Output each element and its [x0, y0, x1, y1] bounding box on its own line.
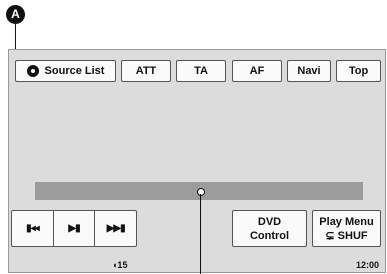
dvd-control-button[interactable]: DVD Control [232, 210, 307, 247]
previous-track-button[interactable]: ▮◂◂ [12, 211, 54, 246]
ta-button[interactable]: TA [176, 60, 226, 82]
top-label: Top [348, 65, 369, 77]
source-dot-icon [26, 65, 39, 77]
status-bar: ◖15 12:00 [9, 260, 385, 273]
skip-previous-icon: ▮◂◂ [26, 223, 40, 234]
play-pause-icon: ▶▮ [68, 223, 80, 234]
af-button[interactable]: AF [232, 60, 282, 82]
ta-label: TA [194, 65, 208, 77]
top-button[interactable]: Top [336, 60, 381, 82]
play-menu-button[interactable]: Play Menu ⊊ SHUF [312, 210, 381, 247]
play-pause-button[interactable]: ▶▮ [54, 211, 96, 246]
display-screen: Source List ATT TA AF Navi Top ▮◂◂ ▶▮ ▶▶… [8, 49, 386, 274]
play-menu-line2: ⊊ SHUF [325, 229, 368, 242]
clock: 12:00 [355, 260, 379, 270]
volume-indicator: ◖15 [112, 260, 128, 270]
att-button[interactable]: ATT [121, 60, 171, 82]
transport-controls: ▮◂◂ ▶▮ ▶▶▮ [11, 210, 137, 247]
callout-a-marker: A [6, 5, 25, 24]
navi-label: Navi [297, 65, 321, 77]
navi-button[interactable]: Navi [287, 60, 331, 82]
source-list-label: Source List [44, 65, 105, 77]
info-bar-marker [197, 188, 205, 196]
source-list-button[interactable]: Source List [15, 60, 116, 82]
att-label: ATT [135, 65, 157, 77]
play-menu-line1: Play Menu [319, 215, 374, 228]
af-label: AF [249, 65, 265, 77]
next-track-button[interactable]: ▶▶▮ [95, 211, 136, 246]
skip-next-icon: ▶▶▮ [106, 223, 126, 234]
dvd-control-line2: Control [249, 229, 290, 242]
dvd-control-line1: DVD [257, 215, 282, 228]
